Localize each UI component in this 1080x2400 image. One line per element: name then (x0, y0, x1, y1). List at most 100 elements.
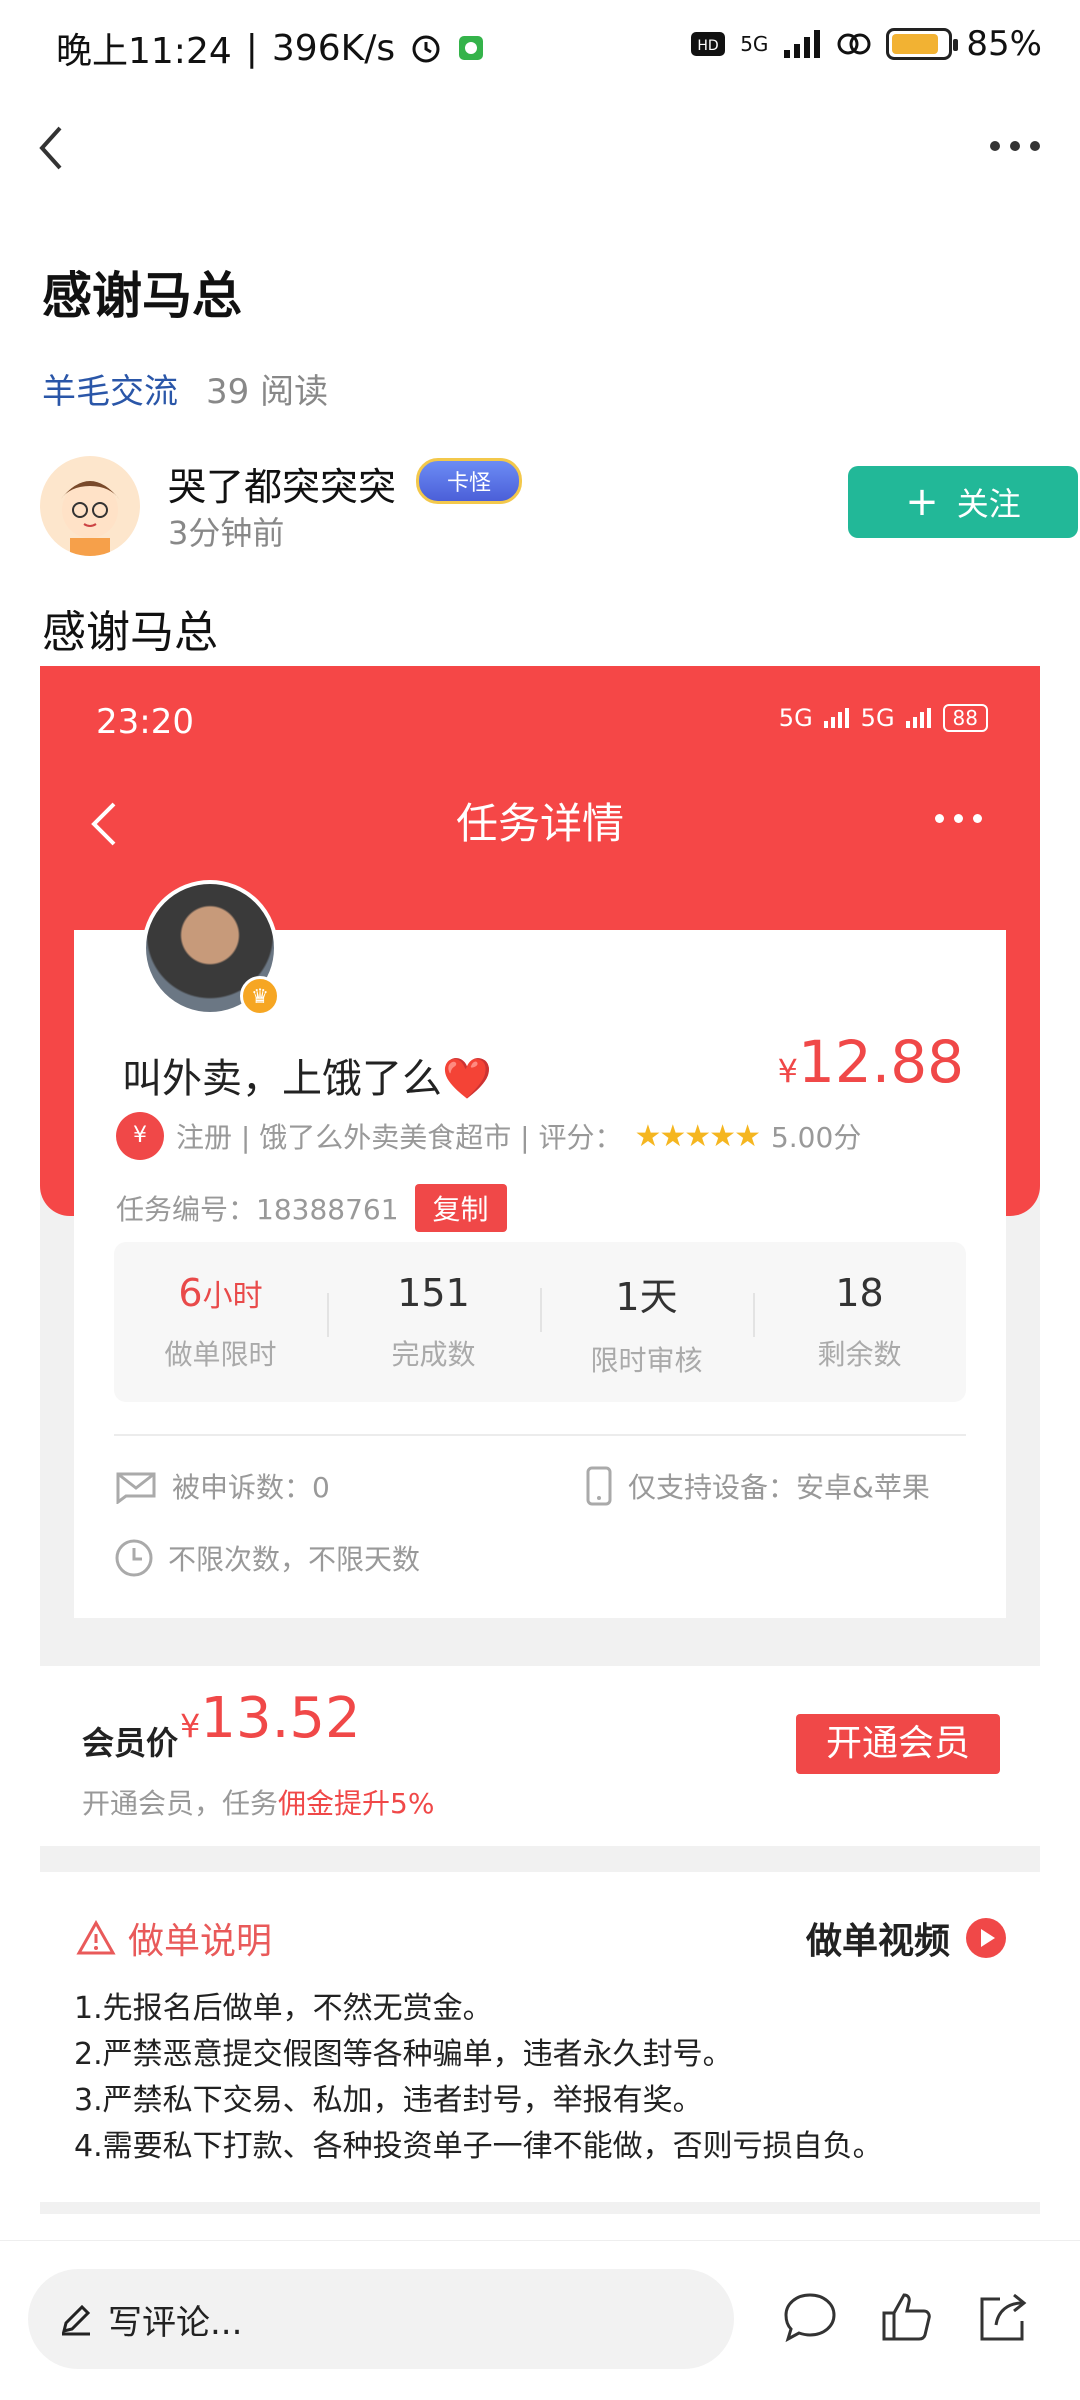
vip-sub: 开通会员，任务佣金提升5% (82, 1782, 434, 1822)
author-name[interactable]: 哭了都突突突 (168, 456, 396, 511)
app-notification-icon (459, 36, 484, 60)
vip-section: 会员价 ¥13.52 开通会员，任务佣金提升5% 开通会员 (40, 1666, 1040, 1846)
video-label: 做单视频 (805, 1921, 950, 1962)
rating-value: 5.00分 (770, 1121, 862, 1154)
network-type: 5G (740, 32, 769, 56)
back-icon[interactable] (22, 118, 82, 178)
comment-input[interactable]: 写评论... (28, 2269, 734, 2369)
follow-label: 关注 (956, 485, 1021, 523)
play-icon (966, 1918, 1006, 1958)
stat-value: 6小时 (114, 1271, 327, 1315)
stat-value: 1天 (615, 1274, 678, 1319)
status-bar: 晚上11:24 | 396K/s HD 5G 85% (0, 0, 1080, 100)
shot-signal-2: 5G (860, 704, 895, 732)
task-tags: ¥ 注册 | 饿了么外卖美食超市 | 评分： ★★★★★ 5.00分 (116, 1112, 861, 1160)
vip-price: ¥13.52 (180, 1686, 361, 1751)
copy-button: 复制 (414, 1184, 507, 1232)
read-count: 39 阅读 (206, 372, 329, 412)
battery-percent: 85% (966, 24, 1042, 64)
divider (114, 1434, 966, 1436)
complaints-row: 被申诉数：0 (114, 1466, 330, 1506)
message-icon (116, 1472, 156, 1504)
more-options-icon[interactable] (990, 136, 1050, 156)
stat-review-time: 1天 限时审核 (540, 1266, 753, 1379)
vip-label: 会员价 (82, 1724, 179, 1762)
task-tags-text: 注册 | 饿了么外卖美食超市 | 评分： (176, 1121, 623, 1154)
shot-signal-1: 5G (778, 704, 813, 732)
rule-item: 1.先报名后做单，不然无赏金。 (74, 1991, 493, 2026)
post-body: 感谢马总 (42, 607, 218, 658)
status-divider: | (245, 27, 258, 69)
task-stats: 6小时 做单限时 151 完成数 1天 限时审核 18 剩余数 (114, 1242, 966, 1402)
instructions-title: 做单说明 (76, 1912, 272, 1964)
section-gap (40, 1846, 1040, 1872)
status-time: 晚上11:24 (56, 31, 232, 72)
share-icon[interactable] (972, 2287, 1032, 2347)
status-right: HD 5G 85% (690, 24, 1042, 64)
shot-signal-icon-1 (823, 708, 849, 728)
task-price: ¥12.88 (778, 1028, 964, 1096)
stat-remaining: 18 剩余数 (753, 1271, 966, 1373)
battery-icon (886, 28, 959, 60)
task-price-value: 12.88 (797, 1028, 964, 1096)
hotspot-icon (837, 33, 871, 55)
instructions-title-text: 做单说明 (128, 1921, 273, 1962)
like-icon[interactable] (876, 2287, 936, 2347)
status-left: 晚上11:24 | 396K/s (56, 22, 485, 74)
post-time: 3分钟前 (168, 514, 285, 552)
stat-label: 限时审核 (590, 1343, 703, 1377)
task-number: 任务编号：18388761 (116, 1193, 399, 1226)
devices-text: 仅支持设备：安卓&苹果 (628, 1471, 930, 1504)
avatar-illustration (60, 481, 120, 556)
network-speed: 396K/s (271, 27, 396, 69)
stat-value: 151 (397, 1271, 470, 1315)
hd-icon: HD (691, 32, 726, 56)
shot-more-icon (935, 814, 982, 823)
rating-stars: ★★★★★ (634, 1118, 760, 1154)
category-link[interactable]: 羊毛交流 (42, 364, 178, 413)
red-packet-icon: ¥ (116, 1112, 164, 1160)
vip-sub-highlight: 佣金提升5% (278, 1787, 435, 1820)
avatar[interactable] (40, 456, 140, 556)
stat-label: 做单限时 (164, 1338, 277, 1371)
devices-row: 仅支持设备：安卓&苹果 (584, 1466, 930, 1506)
bottom-bar: 写评论... (0, 2240, 1080, 2400)
follow-button[interactable]: + 关注 (848, 466, 1078, 538)
battery-fill (892, 34, 939, 54)
vip-currency: ¥ (180, 1707, 201, 1745)
pencil-icon (61, 2304, 91, 2336)
complaints-text: 被申诉数：0 (172, 1471, 330, 1504)
crown-icon: ♛ (240, 976, 280, 1016)
post-meta: 羊毛交流 39 阅读 (42, 364, 328, 413)
clock-icon (115, 1539, 153, 1577)
currency-symbol: ¥ (777, 1052, 798, 1090)
signal-icon (784, 30, 821, 58)
embedded-screenshot[interactable]: 23:20 5G 5G 88 任务详情 ♛ 叫外卖，上饿了么❤️ ¥12.88 … (40, 666, 1040, 1666)
stat-label: 剩余数 (817, 1338, 902, 1371)
limits-text: 不限次数，不限天数 (168, 1543, 421, 1576)
rule-item: 2.严禁恶意提交假图等各种骗单，违者永久封号。 (74, 2037, 733, 2072)
section-gap (40, 2202, 1040, 2214)
author-row: 哭了都突突突 卡怪 3分钟前 + 关注 (40, 456, 1078, 566)
stat-time-limit: 6小时 做单限时 (114, 1271, 327, 1373)
svg-text:HD: HD (698, 38, 719, 54)
shot-status-right: 5G 5G 88 (779, 704, 988, 732)
shot-status-time: 23:20 (96, 702, 194, 742)
stat-unit: 小时 (202, 1279, 263, 1314)
comment-placeholder: 写评论... (108, 2302, 243, 2343)
phone-icon (586, 1466, 612, 1506)
rule-item: 3.严禁私下交易、私加，违者封号，举报有奖。 (74, 2083, 703, 2118)
open-vip-button: 开通会员 (796, 1714, 1000, 1774)
shot-nav-title: 任务详情 (455, 799, 624, 848)
task-title: 叫外卖，上饿了么❤️ (122, 1056, 492, 1102)
shot-signal-icon-2 (905, 708, 931, 728)
user-badge: 卡怪 (416, 458, 522, 504)
warning-icon (76, 1920, 116, 1955)
comment-icon[interactable] (780, 2287, 840, 2347)
instructions-section: 做单说明 做单视频 1.先报名后做单，不然无赏金。 2.严禁恶意提交假图等各种骗… (40, 1872, 1040, 2202)
video-link: 做单视频 (806, 1912, 1006, 1964)
alarm-icon (412, 35, 440, 63)
stat-label: 完成数 (391, 1338, 476, 1371)
shot-battery: 88 (942, 704, 988, 732)
post-title: 感谢马总 (42, 267, 242, 325)
